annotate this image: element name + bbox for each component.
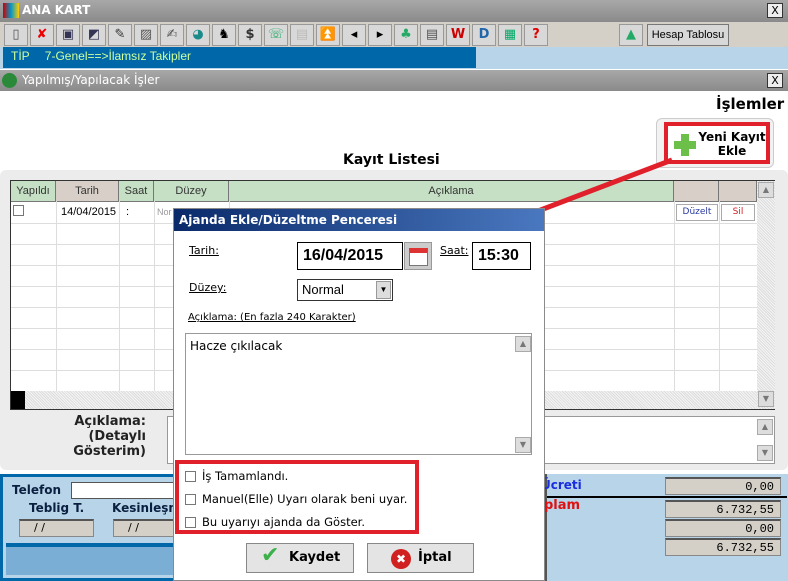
ajanda-goster-option[interactable]: Bu uyarıyı ajanda da Göster.: [185, 515, 365, 529]
checkmark-icon: ✔: [261, 543, 280, 568]
manuel-uyari-label: Manuel(Elle) Uyarı olarak beni uyar.: [202, 492, 408, 506]
is-tamamlandi-checkbox[interactable]: [185, 471, 196, 482]
aciklama-value: Hacze çıkılacak: [190, 339, 283, 353]
textarea-scroll-down-icon[interactable]: ▼: [515, 437, 531, 453]
manuel-uyari-checkbox[interactable]: [185, 494, 196, 505]
aciklama-label: Açıklama: (En fazla 240 Karakter): [188, 312, 356, 323]
dialog-title: Ajanda Ekle/Düzeltme Penceresi: [174, 209, 544, 231]
is-tamamlandi-option[interactable]: İş Tamamlandı.: [185, 469, 288, 483]
agenda-dialog: Ajanda Ekle/Düzeltme Penceresi Tarih: 16…: [173, 208, 545, 581]
calendar-button[interactable]: [404, 242, 432, 270]
cancel-icon: ✖: [391, 549, 411, 569]
manuel-uyari-option[interactable]: Manuel(Elle) Uyarı olarak beni uyar.: [185, 492, 407, 506]
calendar-icon: [409, 248, 428, 266]
is-tamamlandi-label: İş Tamamlandı.: [202, 469, 289, 483]
tarih-input[interactable]: 16/04/2015: [297, 242, 403, 270]
options-highlight: İş Tamamlandı. Manuel(Elle) Uyarı olarak…: [175, 460, 419, 534]
duzey-label: Düzey:: [189, 281, 227, 294]
cancel-button[interactable]: ✖ İptal: [367, 543, 474, 573]
tarih-label: Tarih:: [189, 244, 219, 257]
textarea-scroll-up-icon[interactable]: ▲: [515, 336, 531, 352]
saat-input[interactable]: 15:30: [472, 242, 531, 270]
duzey-select[interactable]: Normal ▼: [297, 279, 393, 301]
chevron-down-icon[interactable]: ▼: [376, 281, 391, 299]
aciklama-textarea[interactable]: Hacze çıkılacak ▲ ▼: [185, 333, 532, 455]
cancel-label: İptal: [418, 550, 452, 565]
ajanda-goster-label: Bu uyarıyı ajanda da Göster.: [202, 515, 365, 529]
ajanda-goster-checkbox[interactable]: [185, 517, 196, 528]
duzey-value: Normal: [302, 282, 344, 297]
save-label: Kaydet: [289, 550, 341, 565]
save-button[interactable]: ✔ Kaydet: [246, 543, 354, 573]
saat-label: Saat:: [440, 244, 469, 257]
